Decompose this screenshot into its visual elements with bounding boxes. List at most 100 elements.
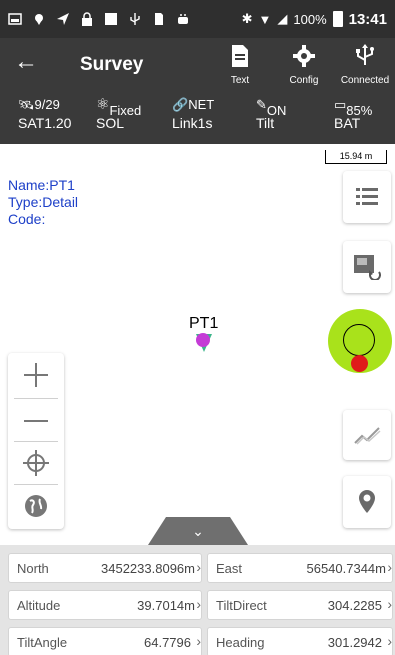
battery-outline-icon: ▭	[334, 97, 347, 112]
satellite-icon: 🛰	[18, 97, 35, 112]
page-title: Survey	[80, 54, 144, 75]
zoom-in-button[interactable]	[8, 353, 64, 397]
sol-status[interactable]: ⚛Fixed SOL	[96, 96, 141, 132]
expand-panel-tab[interactable]: ⌄	[148, 517, 248, 545]
point-code: Code:	[8, 211, 46, 227]
sat-status[interactable]: 🛰9/29 SAT1.20	[18, 96, 71, 132]
wifi-icon: ▼	[258, 11, 272, 27]
text-button[interactable]: Text	[214, 42, 266, 88]
track-button[interactable]	[343, 410, 391, 460]
status-bar: ✱ ▼ ◢ 100% 13:41	[0, 0, 395, 38]
tilt-status[interactable]: ✎ON Tilt	[256, 96, 286, 132]
globe-button[interactable]	[8, 484, 64, 528]
tiltangle-value: 64.7796	[144, 635, 191, 650]
chevron-down-icon: ⌄	[192, 523, 204, 539]
map-pin-icon	[359, 490, 375, 513]
signal-icon: ◢	[277, 11, 288, 26]
scale-bar: 15.94 m	[325, 150, 387, 164]
chevron-right-icon: ›	[387, 596, 392, 612]
config-label: Config	[289, 75, 319, 86]
chevron-right-icon: ›	[196, 559, 201, 575]
chevron-right-icon: ›	[196, 596, 201, 612]
list-button[interactable]	[343, 171, 391, 223]
coordinate-panel: North 3452233.8096m › East 56540.7344m ›…	[0, 545, 395, 655]
system-status: ✱ ▼ ◢ 100% 13:41	[242, 11, 387, 28]
tilt-state: ON	[266, 103, 287, 118]
battery-level: 85%	[346, 103, 373, 118]
minus-icon	[24, 420, 48, 422]
line-graph-icon	[354, 427, 381, 445]
altitude-field[interactable]: Altitude 39.7014m ›	[8, 590, 202, 620]
tilt-bubble	[328, 309, 392, 373]
chevron-right-icon: ›	[196, 633, 201, 649]
sat-count: 9/29	[34, 97, 60, 112]
battery-percent: 100%	[293, 11, 327, 27]
sim-icon	[155, 13, 163, 25]
sol-fix: Fixed	[109, 103, 142, 118]
sat-label: SAT1.20	[18, 115, 72, 131]
square-icon	[105, 13, 117, 25]
tilt-pen-icon: ✎	[256, 97, 267, 112]
plus-icon	[24, 363, 48, 387]
battery-status[interactable]: ▭85% BAT	[334, 96, 372, 132]
connected-button[interactable]: Connected	[336, 42, 394, 88]
point-name: Name:PT1	[8, 177, 75, 193]
bubble-dot	[351, 355, 368, 372]
top-toolbar: ← Survey Text Config Connected	[0, 38, 395, 90]
android-icon	[178, 14, 188, 24]
center-button[interactable]	[8, 441, 64, 485]
gallery-icon	[8, 13, 22, 25]
chevron-right-icon: ›	[387, 633, 392, 649]
gear-icon	[293, 45, 315, 67]
tiltangle-field[interactable]: TiltAngle 64.7796 ›	[8, 627, 202, 655]
zoom-out-button[interactable]	[8, 399, 64, 443]
globe-icon	[25, 495, 47, 517]
config-button[interactable]: Config	[278, 42, 330, 88]
zoom-controls	[8, 353, 64, 529]
send-icon	[57, 13, 69, 25]
east-field[interactable]: East 56540.7344m ›	[207, 553, 393, 583]
point-marker-icon[interactable]	[192, 332, 216, 354]
net-status[interactable]: 🔗NET Link1s	[172, 96, 214, 132]
net-link: Link1s	[172, 115, 213, 131]
north-value: 3452233.8096m	[101, 561, 195, 576]
east-value: 56540.7344m	[306, 561, 386, 576]
notification-icons	[8, 12, 190, 26]
usb-icon	[130, 13, 140, 25]
altitude-value: 39.7014m	[137, 598, 195, 613]
usb-connection-icon	[356, 44, 374, 65]
net-label: NET	[188, 97, 215, 112]
document-icon	[232, 45, 248, 67]
battery-icon	[332, 11, 343, 27]
heading-value: 301.2942	[327, 635, 382, 650]
text-label: Text	[230, 75, 250, 86]
link-icon: 🔗	[172, 97, 189, 112]
east-label: East	[216, 561, 243, 576]
tiltdirect-label: TiltDirect	[216, 598, 267, 613]
point-info: Name:PT1 Type:Detail Code:	[8, 177, 78, 228]
north-field[interactable]: North 3452233.8096m ›	[8, 553, 202, 583]
map-view[interactable]: 15.94 m Name:PT1 Type:Detail Code: PT1 ⌄	[0, 144, 395, 545]
map-layer-icon	[354, 255, 381, 280]
heading-label: Heading	[216, 635, 265, 650]
location-icon	[35, 14, 43, 25]
altitude-label: Altitude	[17, 598, 61, 613]
list-icon	[356, 188, 378, 205]
bubble-ring	[343, 324, 375, 356]
layer-switch-button[interactable]	[343, 241, 391, 293]
crosshair-icon	[23, 450, 49, 476]
connected-label: Connected	[340, 75, 390, 86]
clock: 13:41	[348, 10, 387, 28]
back-arrow-icon[interactable]: ←	[14, 50, 38, 74]
north-label: North	[17, 561, 49, 576]
atom-icon: ⚛	[96, 96, 110, 113]
point-label: PT1	[189, 315, 219, 332]
locate-button[interactable]	[343, 476, 391, 528]
tiltdirect-value: 304.2285	[327, 598, 382, 613]
lock-icon	[82, 12, 92, 26]
heading-field[interactable]: Heading 301.2942 ›	[207, 627, 393, 655]
point-type: Type:Detail	[8, 194, 79, 210]
tiltangle-label: TiltAngle	[17, 635, 68, 650]
chevron-right-icon: ›	[387, 559, 392, 575]
tiltdirect-field[interactable]: TiltDirect 304.2285 ›	[207, 590, 393, 620]
